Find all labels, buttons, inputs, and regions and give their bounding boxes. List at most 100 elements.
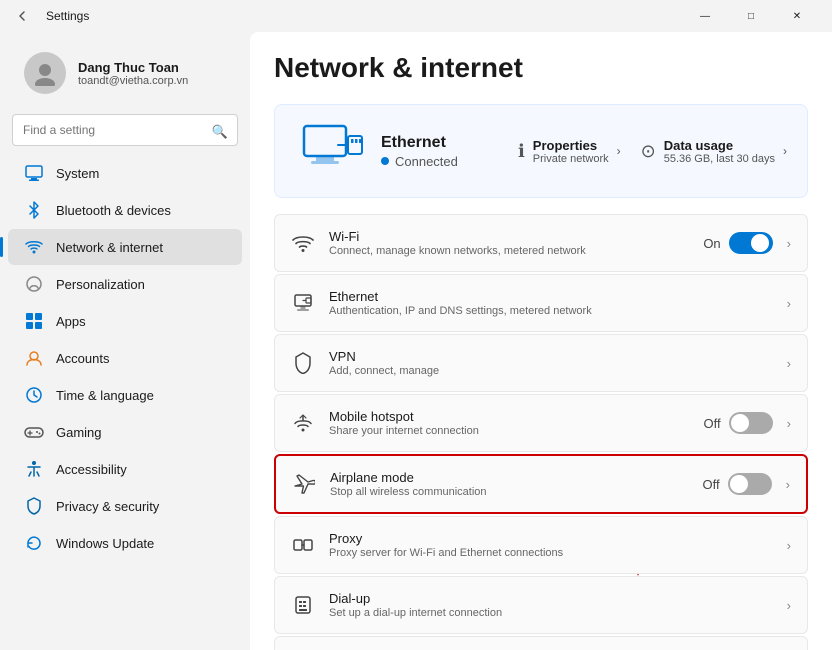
update-icon [24, 533, 44, 553]
ethernet-hero-name: Ethernet [381, 134, 502, 152]
sidebar-label-apps: Apps [56, 314, 86, 329]
sidebar-item-gaming[interactable]: Gaming [8, 414, 242, 450]
window-controls: — □ ✕ [682, 0, 820, 32]
sidebar: Dang Thuc Toan toandt@vietha.corp.vn 🔍 S… [0, 32, 250, 650]
airplane-subtitle: Stop all wireless communication [330, 486, 689, 498]
gaming-icon [24, 422, 44, 442]
user-profile[interactable]: Dang Thuc Toan toandt@vietha.corp.vn [8, 36, 242, 106]
nav-list: System Bluetooth & devices [0, 154, 250, 562]
accounts-icon [24, 348, 44, 368]
ethernet-row-title: Ethernet [329, 289, 773, 304]
vpn-title: VPN [329, 349, 773, 364]
privacy-icon [24, 496, 44, 516]
airplane-toggle-label: Off [703, 477, 720, 492]
page-title: Network & internet [274, 52, 808, 84]
wifi-icon [291, 231, 315, 255]
back-button[interactable] [12, 6, 32, 26]
sidebar-item-apps[interactable]: Apps [8, 303, 242, 339]
title-bar: Settings — □ ✕ [0, 0, 832, 32]
ethernet-chevron: › [787, 296, 791, 311]
avatar [24, 52, 66, 94]
sidebar-label-accounts: Accounts [56, 351, 109, 366]
accessibility-icon [24, 459, 44, 479]
sidebar-item-system[interactable]: System [8, 155, 242, 191]
sidebar-label-update: Windows Update [56, 536, 154, 551]
sidebar-item-network[interactable]: Network & internet [8, 229, 242, 265]
sidebar-item-time[interactable]: Time & language [8, 377, 242, 413]
datausage-icon: ⊙ [641, 141, 656, 162]
sidebar-item-update[interactable]: Windows Update [8, 525, 242, 561]
ethernet-row-subtitle: Authentication, IP and DNS settings, met… [329, 305, 773, 317]
sidebar-label-system: System [56, 166, 99, 181]
user-name: Dang Thuc Toan [78, 60, 188, 75]
hotspot-row[interactable]: Mobile hotspot Share your internet conne… [274, 394, 808, 452]
hotspot-title: Mobile hotspot [329, 409, 690, 424]
wifi-row[interactable]: Wi-Fi Connect, manage known networks, me… [274, 214, 808, 272]
search-input[interactable] [12, 114, 238, 146]
ethernet-hero-card[interactable]: Ethernet Connected ℹ Properties Private … [274, 104, 808, 198]
sidebar-item-accounts[interactable]: Accounts [8, 340, 242, 376]
ethernet-hero-icon [295, 121, 365, 181]
wifi-chevron: › [787, 236, 791, 251]
airplane-row-wrapper: Airplane mode Stop all wireless communic… [274, 454, 808, 514]
time-icon [24, 385, 44, 405]
airplane-toggle[interactable] [728, 473, 772, 495]
dialup-subtitle: Set up a dial-up internet connection [329, 607, 773, 619]
wifi-toggle-label: On [703, 236, 720, 251]
dialup-chevron: › [787, 598, 791, 613]
apps-icon [24, 311, 44, 331]
personalization-icon [24, 274, 44, 294]
hotspot-icon [291, 411, 315, 435]
airplane-row[interactable]: Airplane mode Stop all wireless communic… [274, 454, 808, 514]
ethernet-row-icon [291, 291, 315, 315]
sidebar-item-accessibility[interactable]: Accessibility [8, 451, 242, 487]
vpn-icon [291, 351, 315, 375]
user-email: toandt@vietha.corp.vn [78, 75, 188, 87]
datausage-chevron: › [783, 144, 787, 158]
hotspot-toggle[interactable] [729, 412, 773, 434]
sidebar-label-gaming: Gaming [56, 425, 102, 440]
advanced-row[interactable]: Advanced network settings View all netwo… [274, 636, 808, 650]
search-container: 🔍 [0, 110, 250, 154]
wifi-subtitle: Connect, manage known networks, metered … [329, 245, 689, 257]
maximize-button[interactable]: □ [728, 0, 774, 32]
info-icon: ℹ [518, 141, 525, 162]
system-icon [24, 163, 44, 183]
hotspot-chevron: › [787, 416, 791, 431]
sidebar-label-privacy: Privacy & security [56, 499, 159, 514]
hotspot-subtitle: Share your internet connection [329, 425, 690, 437]
airplane-icon [292, 472, 316, 496]
sidebar-item-personalization[interactable]: Personalization [8, 266, 242, 302]
proxy-title: Proxy [329, 531, 773, 546]
minimize-button[interactable]: — [682, 0, 728, 32]
status-dot [381, 157, 389, 165]
dialup-row[interactable]: Dial-up Set up a dial-up internet connec… [274, 576, 808, 634]
bluetooth-icon [24, 200, 44, 220]
dialup-icon [291, 593, 315, 617]
airplane-title: Airplane mode [330, 470, 689, 485]
vpn-subtitle: Add, connect, manage [329, 365, 773, 377]
proxy-icon [291, 533, 315, 557]
content-area: Network & internet Et [250, 32, 832, 650]
hotspot-toggle-label: Off [704, 416, 721, 431]
proxy-row[interactable]: Proxy Proxy server for Wi-Fi and Etherne… [274, 516, 808, 574]
app-title: Settings [46, 9, 89, 23]
wifi-toggle[interactable] [729, 232, 773, 254]
ethernet-row[interactable]: Ethernet Authentication, IP and DNS sett… [274, 274, 808, 332]
proxy-subtitle: Proxy server for Wi-Fi and Ethernet conn… [329, 547, 773, 559]
main-layout: Dang Thuc Toan toandt@vietha.corp.vn 🔍 S… [0, 32, 832, 650]
sidebar-item-bluetooth[interactable]: Bluetooth & devices [8, 192, 242, 228]
settings-list: Wi-Fi Connect, manage known networks, me… [274, 214, 808, 650]
sidebar-item-privacy[interactable]: Privacy & security [8, 488, 242, 524]
close-button[interactable]: ✕ [774, 0, 820, 32]
vpn-row[interactable]: VPN Add, connect, manage › [274, 334, 808, 392]
dialup-title: Dial-up [329, 591, 773, 606]
ethernet-datausage-item[interactable]: ⊙ Data usage 55.36 GB, last 30 days › [641, 138, 787, 165]
sidebar-label-time: Time & language [56, 388, 154, 403]
sidebar-label-personalization: Personalization [56, 277, 145, 292]
ethernet-properties-item[interactable]: ℹ Properties Private network › [518, 138, 621, 165]
sidebar-label-network: Network & internet [56, 240, 163, 255]
vpn-chevron: › [787, 356, 791, 371]
sidebar-label-bluetooth: Bluetooth & devices [56, 203, 171, 218]
wifi-title: Wi-Fi [329, 229, 689, 244]
